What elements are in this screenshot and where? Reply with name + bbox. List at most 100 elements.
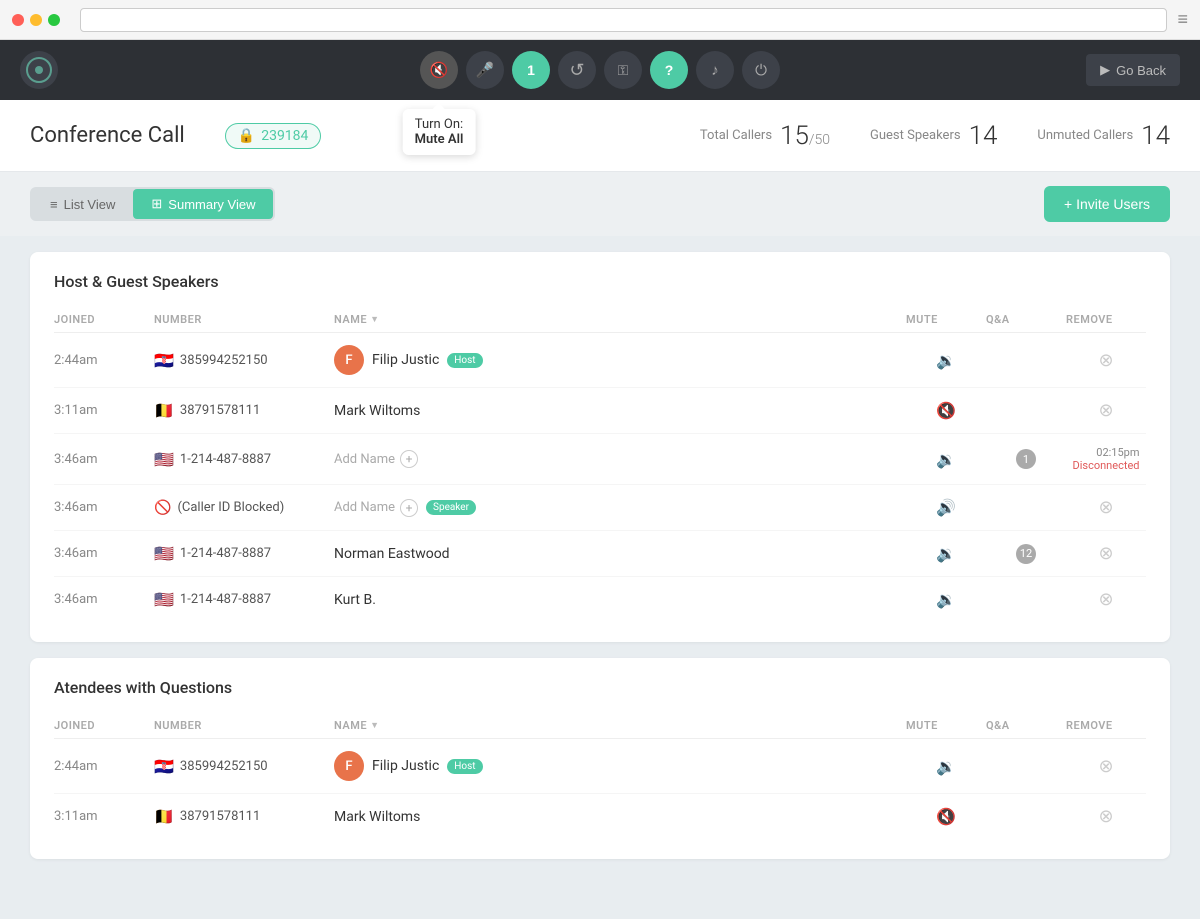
- lock-badge[interactable]: 🔒 239184: [225, 123, 322, 149]
- number-cell: 🇭🇷 385994252150: [154, 351, 334, 370]
- flag-icon: 🇺🇸: [154, 450, 174, 469]
- attendees-section: Atendees with Questions JOINED NUMBER NA…: [30, 658, 1170, 859]
- unmuted-callers-label: Unmuted Callers: [1037, 128, 1133, 143]
- host-table-header: JOINED NUMBER NAME ▼ MUTE Q&A REMOVE: [54, 307, 1146, 333]
- mute-icon[interactable]: 🔇: [936, 807, 956, 826]
- remove-icon[interactable]: ⊗: [1098, 543, 1113, 564]
- mute-all-button[interactable]: 🔇: [420, 51, 458, 89]
- number-cell: 🇺🇸 1-214-487-8887: [154, 544, 334, 563]
- mute-all-icon: 🔇: [430, 61, 449, 79]
- caller-name: Norman Eastwood: [334, 546, 450, 562]
- music-button[interactable]: ♪: [696, 51, 734, 89]
- mute-icon[interactable]: 🔉: [936, 757, 956, 776]
- mic-button[interactable]: 🎤: [466, 51, 504, 89]
- number-cell: 🚫 (Caller ID Blocked): [154, 500, 334, 516]
- blocked-icon: 🚫: [154, 500, 171, 516]
- phone-number: 1-214-487-8887: [180, 546, 271, 561]
- joined-time: 3:11am: [54, 403, 154, 418]
- url-bar[interactable]: [80, 8, 1167, 32]
- disconnected-info: 02:15pm Disconnected: [1073, 446, 1140, 472]
- list-view-tab[interactable]: ≡ List View: [32, 189, 133, 219]
- main-content: Host & Guest Speakers JOINED NUMBER NAME…: [0, 236, 1200, 919]
- total-callers-value: 15/50: [780, 121, 830, 151]
- total-callers-stat: Total Callers 15/50: [700, 121, 830, 151]
- key-button[interactable]: ⚿: [604, 51, 642, 89]
- number-cell: 🇭🇷 385994252150: [154, 757, 334, 776]
- list-view-icon: ≡: [50, 197, 58, 212]
- power-button[interactable]: ⏻: [742, 51, 780, 89]
- number-cell: 🇧🇪 38791578111: [154, 401, 334, 420]
- remove-cell[interactable]: ⊗: [1066, 806, 1146, 827]
- tooltip-title: Turn On:: [415, 117, 464, 132]
- go-back-label: Go Back: [1116, 63, 1166, 78]
- phone-number: 1-214-487-8887: [180, 592, 271, 607]
- summary-view-tab[interactable]: ⊞ Summary View: [133, 189, 273, 219]
- mute-icon[interactable]: 🔉: [936, 544, 956, 563]
- invite-label: + Invite Users: [1064, 196, 1150, 212]
- nav-controls: 🔇 Turn On: Mute All 🎤 1 ↺ ⚿ ? ♪ ⏻: [420, 51, 780, 89]
- caller-name: Filip Justic: [372, 352, 439, 368]
- refresh-button[interactable]: ↺: [558, 51, 596, 89]
- remove-icon[interactable]: ⊗: [1098, 806, 1113, 827]
- remove-icon[interactable]: ⊗: [1098, 497, 1113, 518]
- traffic-lights: [12, 14, 60, 26]
- help-button[interactable]: ?: [650, 51, 688, 89]
- hamburger-icon[interactable]: ≡: [1177, 9, 1188, 30]
- remove-icon[interactable]: ⊗: [1098, 589, 1113, 610]
- table-row: 3:46am 🇺🇸 1-214-487-8887 Norman Eastwood…: [54, 531, 1146, 577]
- callers-button[interactable]: 1: [512, 51, 550, 89]
- qa-badge[interactable]: 12: [1016, 544, 1036, 564]
- close-traffic-light[interactable]: [12, 14, 24, 26]
- mute-icon[interactable]: 🔉: [936, 590, 956, 609]
- mute-icon[interactable]: 🔉: [936, 351, 956, 370]
- add-name-icon[interactable]: +: [400, 499, 418, 517]
- fullscreen-traffic-light[interactable]: [48, 14, 60, 26]
- joined-time: 3:46am: [54, 592, 154, 607]
- flag-icon: 🇺🇸: [154, 544, 174, 563]
- mute-icon[interactable]: 🔊: [936, 498, 956, 517]
- remove-cell[interactable]: ⊗: [1066, 400, 1146, 421]
- minimize-traffic-light[interactable]: [30, 14, 42, 26]
- name-col-header[interactable]: NAME ▼: [334, 719, 906, 732]
- go-back-button[interactable]: ▶ Go Back: [1086, 54, 1180, 86]
- remove-cell[interactable]: ⊗: [1066, 589, 1146, 610]
- qa-cell[interactable]: 1: [986, 449, 1066, 469]
- remove-cell[interactable]: ⊗: [1066, 756, 1146, 777]
- remove-icon[interactable]: ⊗: [1098, 400, 1113, 421]
- mute-col-header: MUTE: [906, 719, 986, 732]
- mute-icon[interactable]: 🔇: [936, 401, 956, 420]
- unmuted-callers-stat: Unmuted Callers 14: [1037, 121, 1170, 151]
- lock-icon: 🔒: [238, 128, 255, 144]
- mute-icon[interactable]: 🔉: [936, 450, 956, 469]
- mute-cell[interactable]: 🔉: [906, 590, 986, 609]
- name-sort-arrow: ▼: [370, 720, 379, 731]
- remove-icon[interactable]: ⊗: [1098, 756, 1113, 777]
- remove-cell: 02:15pm Disconnected: [1066, 446, 1146, 472]
- mute-cell[interactable]: 🔉: [906, 544, 986, 563]
- remove-cell[interactable]: ⊗: [1066, 350, 1146, 371]
- add-name-area[interactable]: Add Name +: [334, 499, 418, 517]
- logo: [20, 51, 58, 89]
- mute-cell[interactable]: 🔉: [906, 351, 986, 370]
- mute-cell[interactable]: 🔇: [906, 401, 986, 420]
- flag-icon: 🇺🇸: [154, 590, 174, 609]
- name-col-header[interactable]: NAME ▼: [334, 313, 906, 326]
- list-view-label: List View: [64, 197, 116, 212]
- joined-time: 2:44am: [54, 353, 154, 368]
- mute-cell[interactable]: 🔇: [906, 807, 986, 826]
- mute-cell[interactable]: 🔉: [906, 757, 986, 776]
- host-badge: Host: [447, 759, 482, 774]
- invite-users-button[interactable]: + Invite Users: [1044, 186, 1170, 222]
- remove-cell[interactable]: ⊗: [1066, 543, 1146, 564]
- qa-badge[interactable]: 1: [1016, 449, 1036, 469]
- mute-cell[interactable]: 🔉: [906, 450, 986, 469]
- add-name-icon[interactable]: +: [400, 450, 418, 468]
- joined-time: 3:11am: [54, 809, 154, 824]
- remove-cell[interactable]: ⊗: [1066, 497, 1146, 518]
- mute-cell[interactable]: 🔊: [906, 498, 986, 517]
- qa-cell[interactable]: 12: [986, 544, 1066, 564]
- table-row: 2:44am 🇭🇷 385994252150 F Filip Justic Ho…: [54, 739, 1146, 794]
- top-nav: 🔇 Turn On: Mute All 🎤 1 ↺ ⚿ ? ♪ ⏻: [0, 40, 1200, 100]
- add-name-area[interactable]: Add Name +: [334, 450, 418, 468]
- remove-icon[interactable]: ⊗: [1098, 350, 1113, 371]
